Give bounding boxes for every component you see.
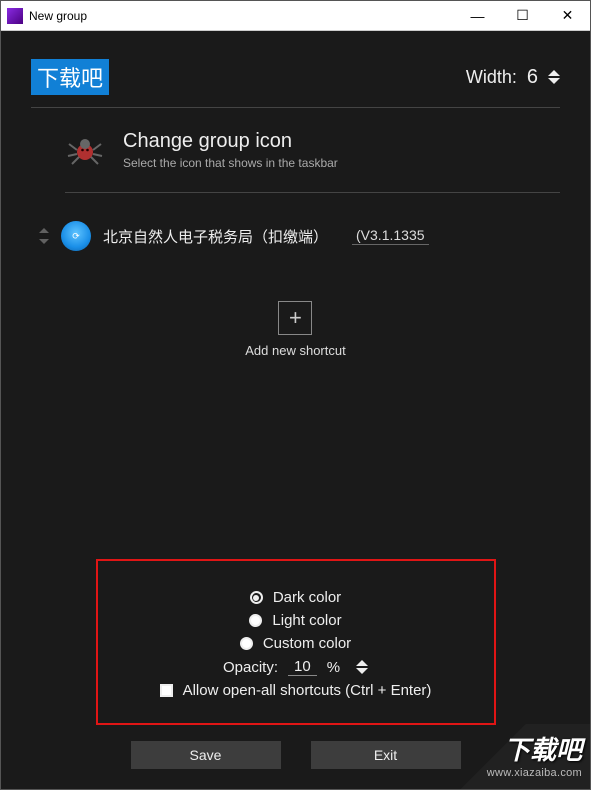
chevron-down-icon[interactable] [548,78,560,84]
close-button[interactable]: ✕ [545,1,590,31]
shortcut-name[interactable]: 北京自然人电子税务局（扣缴端） [103,226,328,247]
exit-button[interactable]: Exit [311,741,461,769]
radio-light[interactable]: Light color [128,612,464,629]
checkbox-label: Allow open-all shortcuts (Ctrl + Enter) [183,682,432,699]
radio-label: Light color [272,612,341,629]
save-button[interactable]: Save [131,741,281,769]
shortcut-app-icon[interactable]: ⟳ [61,221,91,251]
opacity-control: Opacity: 10 % [128,658,464,676]
width-control: Width: 6 [466,66,560,89]
change-icon-section: Change group icon Select the icon that s… [65,130,560,193]
width-label: Width: [466,67,517,88]
radio-icon[interactable] [249,614,262,627]
add-shortcut[interactable]: + Add new shortcut [245,301,345,358]
width-spinner[interactable] [548,70,560,84]
opacity-value[interactable]: 10 [288,658,317,676]
reorder-handle[interactable] [39,228,49,244]
shortcut-version-input[interactable]: (V3.1.1335 [352,227,429,245]
chevron-down-icon[interactable] [39,239,49,244]
titlebar: New group — ☐ ✕ [1,1,590,31]
app-icon [7,8,23,24]
radio-label: Dark color [273,589,341,606]
chevron-up-icon[interactable] [548,70,560,76]
radio-dark[interactable]: Dark color [128,589,464,606]
chevron-up-icon[interactable] [39,228,49,233]
change-icon-subtitle: Select the icon that shows in the taskba… [123,156,338,170]
add-shortcut-label: Add new shortcut [245,343,345,358]
minimize-button[interactable]: — [455,1,500,31]
content-area: 下载吧 Width: 6 Chan [1,31,590,789]
radio-custom[interactable]: Custom color [128,635,464,652]
header-row: 下载吧 Width: 6 [31,59,560,108]
plus-icon[interactable]: + [278,301,312,335]
button-row: Save Exit [31,741,560,769]
width-value[interactable]: 6 [525,66,540,89]
opacity-spinner[interactable] [356,660,368,674]
group-name-input[interactable]: 下载吧 [31,59,109,95]
opacity-unit: % [327,659,340,676]
chevron-down-icon[interactable] [356,668,368,674]
checkbox-icon[interactable] [160,684,173,697]
radio-icon[interactable] [250,591,263,604]
opacity-label: Opacity: [223,659,278,676]
shortcut-row: ⟳ 北京自然人电子税务局（扣缴端） (V3.1.1335 [39,221,560,251]
allow-open-all[interactable]: Allow open-all shortcuts (Ctrl + Enter) [128,682,464,699]
maximize-button[interactable]: ☐ [500,1,545,31]
radio-label: Custom color [263,635,351,652]
window-title: New group [29,9,455,23]
change-icon-title: Change group icon [123,130,338,153]
window: New group — ☐ ✕ 下载吧 Width: 6 [0,0,591,790]
change-icon-text: Change group icon Select the icon that s… [123,130,338,170]
advanced-settings: Dark color Light color Custom color Opac… [96,559,496,725]
radio-icon[interactable] [240,637,253,650]
chevron-up-icon[interactable] [356,660,368,666]
spider-icon[interactable] [65,130,105,170]
window-controls: — ☐ ✕ [455,1,590,31]
